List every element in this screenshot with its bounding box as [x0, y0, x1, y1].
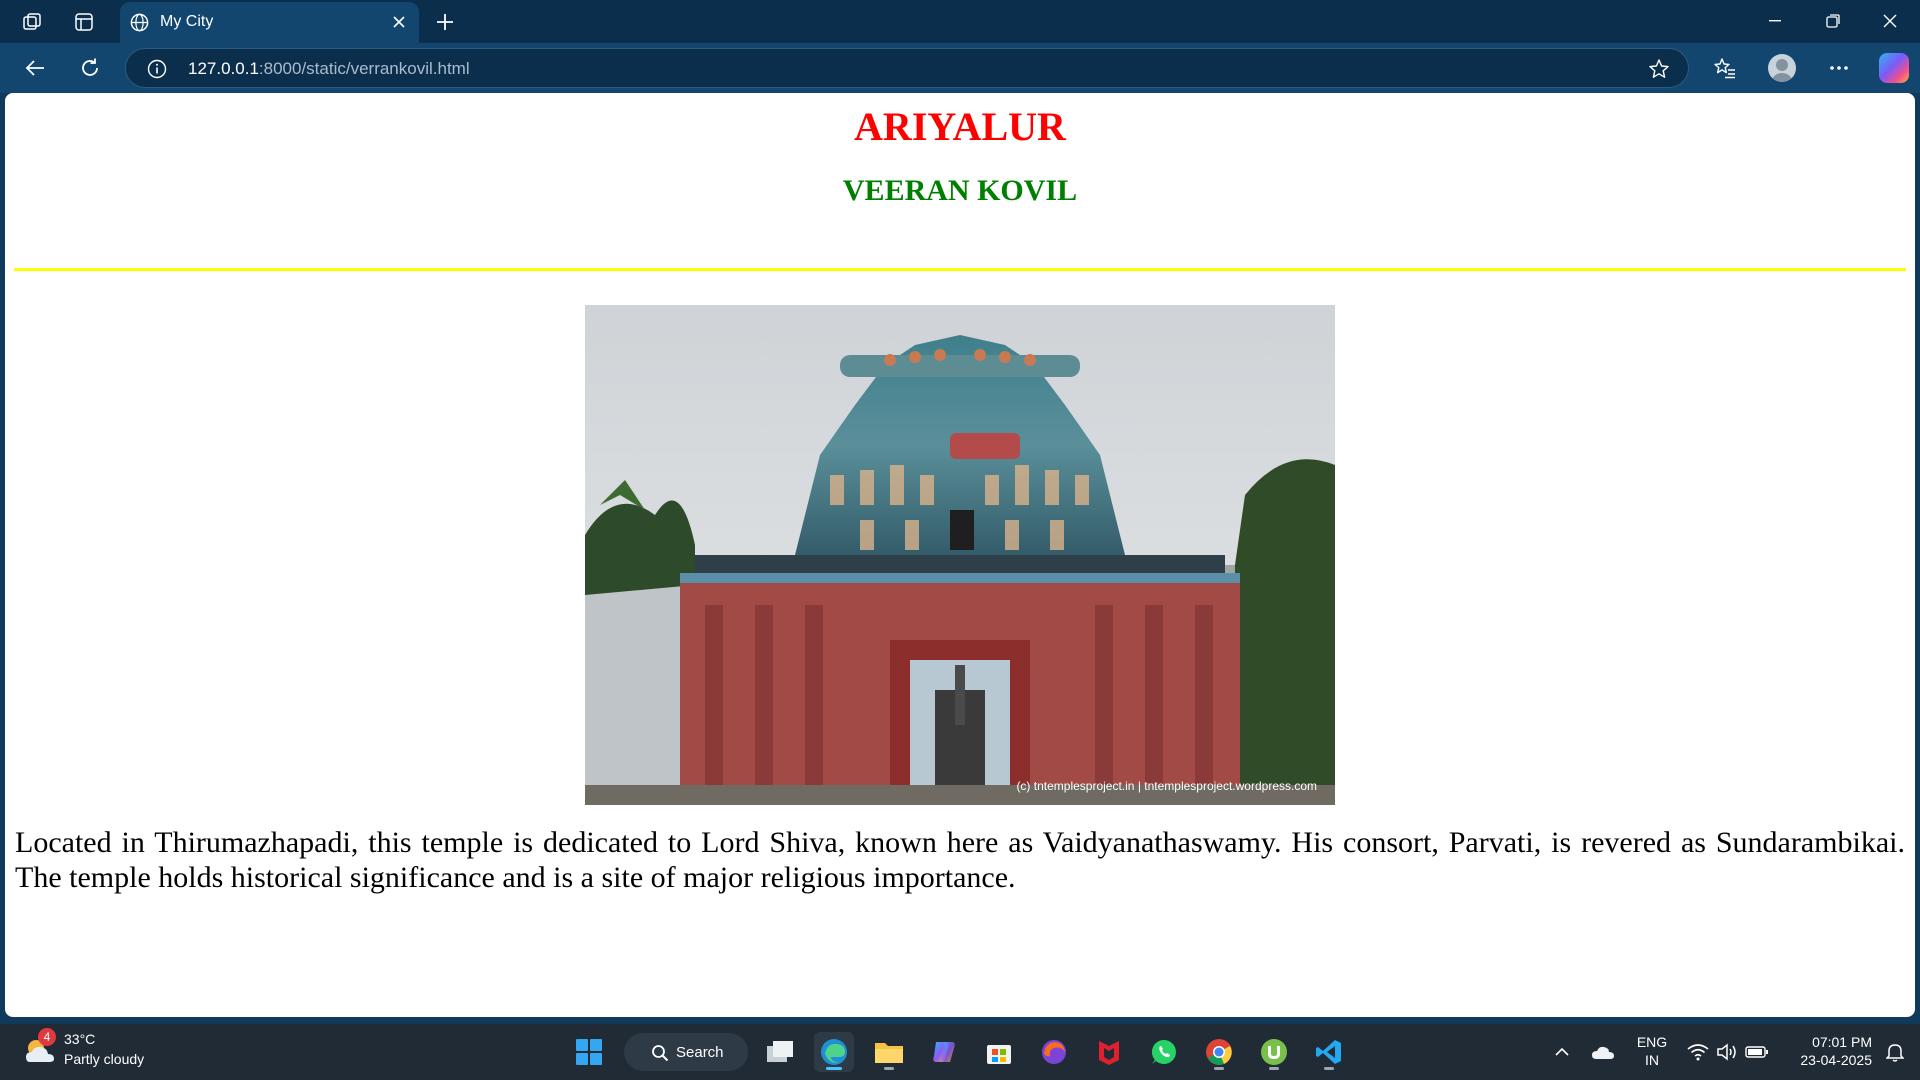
site-info-icon[interactable] — [147, 59, 167, 84]
copilot-icon[interactable] — [1879, 53, 1909, 83]
clock[interactable]: 07:01 PM 23-04-2025 — [1782, 1024, 1872, 1080]
language-indicator[interactable]: ENG IN — [1632, 1024, 1672, 1080]
globe-icon — [129, 12, 150, 38]
search-icon — [651, 1044, 669, 1067]
taskbar: 4 33°C Partly cloudy Search ENG IN 07:01… — [0, 1024, 1920, 1080]
url-path: :8000/static/verrankovil.html — [258, 59, 470, 78]
image-credit: (c) tntemplesproject.in | tntemplesproje… — [1016, 779, 1317, 793]
mcafee-icon[interactable] — [1089, 1032, 1129, 1072]
close-tab-icon[interactable] — [390, 13, 408, 31]
vscode-icon[interactable] — [1309, 1032, 1349, 1072]
copilot-app-icon[interactable] — [924, 1032, 964, 1072]
horizontal-rule — [14, 268, 1906, 271]
more-options-icon[interactable] — [1825, 54, 1853, 82]
new-tab-button[interactable] — [430, 7, 460, 37]
favorites-icon[interactable] — [1711, 54, 1739, 82]
temple-description: Located in Thirumazhapadi, this temple i… — [15, 826, 1905, 894]
whatsapp-icon[interactable] — [1144, 1032, 1184, 1072]
workspaces-icon[interactable] — [19, 9, 45, 35]
tab-title: My City — [160, 13, 214, 30]
microsoft-store-icon[interactable] — [979, 1032, 1019, 1072]
close-window-button[interactable] — [1870, 6, 1910, 36]
vertical-tabs-icon[interactable] — [71, 9, 97, 35]
temple-photo: (c) tntemplesproject.in | tntemplesproje… — [585, 305, 1335, 805]
weather-temperature: 33°C — [64, 1031, 96, 1047]
active-indicator — [826, 1067, 842, 1070]
show-hidden-icons-chevron-icon[interactable] — [1542, 1032, 1582, 1072]
taskbar-search[interactable]: Search — [624, 1033, 748, 1071]
onedrive-cloud-icon[interactable] — [1583, 1032, 1623, 1072]
task-view-icon[interactable] — [760, 1032, 800, 1072]
restore-window-button[interactable] — [1813, 6, 1853, 36]
url-host: 127.0.0.1 — [188, 59, 259, 78]
chrome-icon[interactable] — [1199, 1032, 1239, 1072]
profile-avatar[interactable] — [1768, 54, 1796, 82]
battery-icon[interactable] — [1737, 1032, 1777, 1072]
favorite-star-icon[interactable] — [1648, 58, 1670, 85]
notification-bell-icon[interactable] — [1875, 1032, 1915, 1072]
temple-heading: VEERAN KOVIL — [842, 174, 1078, 207]
clock-time: 07:01 PM — [1812, 1034, 1872, 1050]
minimize-window-button[interactable] — [1755, 6, 1795, 36]
city-heading: ARIYALUR — [854, 104, 1066, 149]
edge-browser-icon[interactable] — [814, 1032, 854, 1072]
language-line1: ENG — [1636, 1034, 1668, 1050]
address-bar[interactable]: 127.0.0.1:8000/static/verrankovil.html — [125, 48, 1689, 88]
firefox-icon[interactable] — [1034, 1032, 1074, 1072]
weather-badge: 4 — [38, 1028, 56, 1046]
language-line2: IN — [1645, 1052, 1659, 1068]
browser-toolbar: 127.0.0.1:8000/static/verrankovil.html — [0, 43, 1920, 93]
browser-tab-strip: My City — [0, 0, 1920, 43]
file-explorer-icon[interactable] — [869, 1032, 909, 1072]
refresh-button[interactable] — [76, 54, 104, 82]
url-text[interactable]: 127.0.0.1:8000/static/verrankovil.html — [188, 59, 470, 79]
weather-condition: Partly cloudy — [64, 1051, 145, 1067]
search-label: Search — [676, 1044, 724, 1061]
start-button[interactable] — [569, 1032, 609, 1072]
back-button[interactable] — [21, 54, 49, 82]
utorrent-icon[interactable] — [1254, 1032, 1294, 1072]
clock-date: 23-04-2025 — [1800, 1052, 1872, 1068]
web-page: ARIYALUR VEERAN KOVIL (c) tntemplesproje… — [5, 93, 1915, 1017]
browser-tab-active[interactable]: My City — [120, 2, 419, 43]
